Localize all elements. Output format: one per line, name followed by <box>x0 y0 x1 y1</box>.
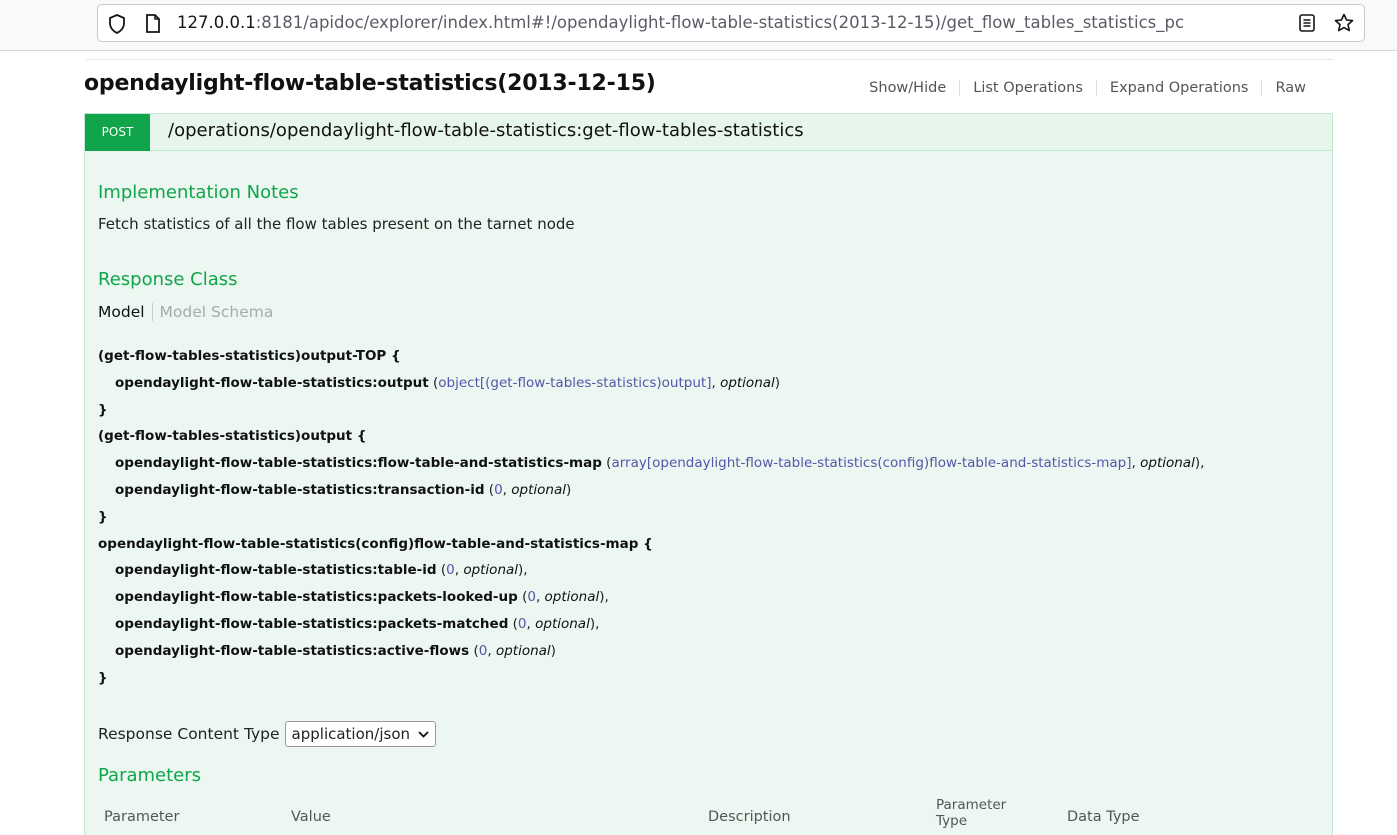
model-property-name: opendaylight-flow-table-statistics(confi… <box>98 535 653 552</box>
param-col-data-type: Data Type <box>1067 809 1140 825</box>
model-line: opendaylight-flow-table-statistics:flow-… <box>115 455 1205 472</box>
model-line-tail: ) <box>565 481 572 498</box>
model-property-name: opendaylight-flow-table-statistics:flow-… <box>115 455 602 472</box>
param-col-description: Description <box>708 809 791 825</box>
model-line-tail: ), <box>518 562 528 579</box>
model-property-name: (get-flow-tables-statistics)output-TOP { <box>98 348 401 364</box>
model-line-tail: ), <box>589 615 600 632</box>
model-property-optional: optional <box>463 562 519 579</box>
model-tabs: Model Model Schema <box>98 303 273 321</box>
model-line: opendaylight-flow-table-statistics:trans… <box>115 481 572 498</box>
operation-content: Implementation Notes Fetch statistics of… <box>84 151 1333 835</box>
param-col-value: Value <box>291 809 331 825</box>
resource-title[interactable]: opendaylight-flow-table-statistics(2013-… <box>84 71 656 96</box>
model-property-name: } <box>98 401 108 418</box>
top-divider <box>86 59 1333 60</box>
url-text[interactable]: 127.0.0.1:8181/apidoc/explorer/index.htm… <box>177 13 1287 32</box>
model-property-name: opendaylight-flow-table-statistics:packe… <box>115 615 509 632</box>
model-schema-tab[interactable]: Model Schema <box>153 303 274 321</box>
parameters-heading: Parameters <box>98 765 202 786</box>
model-property-name: opendaylight-flow-table-statistics:trans… <box>115 481 485 498</box>
param-col-parameter: Parameter <box>104 809 180 825</box>
model-property-type[interactable]: 0 <box>446 562 455 578</box>
response-content-type-label: Response Content Type <box>98 725 280 743</box>
list-operations-link[interactable]: List Operations <box>959 80 1096 96</box>
url-path: :8181/apidoc/explorer/index.html#!/opend… <box>255 13 1185 32</box>
raw-link[interactable]: Raw <box>1261 80 1319 96</box>
model-property-optional: optional <box>544 589 600 606</box>
model-tab[interactable]: Model <box>98 303 153 321</box>
model-property-optional: optional <box>720 374 775 391</box>
resource-links: Show/Hide List Operations Expand Operati… <box>856 80 1319 96</box>
model-property-optional: optional <box>495 642 551 659</box>
expand-operations-link[interactable]: Expand Operations <box>1095 80 1262 96</box>
reader-view-icon[interactable] <box>1299 14 1315 32</box>
implementation-notes-heading: Implementation Notes <box>98 182 299 203</box>
model-line-tail: ) <box>774 374 781 391</box>
model-line: (get-flow-tables-statistics)output-TOP { <box>98 343 1323 370</box>
model-line: opendaylight-flow-table-statistics:activ… <box>115 642 556 659</box>
model-line: } <box>98 665 1323 692</box>
bookmark-star-icon[interactable] <box>1334 13 1354 33</box>
model-property-type[interactable]: 0 <box>518 616 527 632</box>
model-property-name: opendaylight-flow-table-statistics:activ… <box>115 642 470 659</box>
param-col-parameter-type: Parameter Type <box>936 797 1007 829</box>
model-line-tail: ), <box>599 589 609 606</box>
model-property-type[interactable]: 0 <box>527 589 536 605</box>
response-content-type: Response Content Type application/json <box>98 721 437 747</box>
model-property-optional: optional <box>511 481 566 498</box>
url-host: 127.0.0.1 <box>177 13 256 32</box>
model-line: opendaylight-flow-table-statistics:packe… <box>115 615 600 632</box>
model-property-name: } <box>98 669 108 686</box>
model-line: } <box>98 397 1323 424</box>
model-property-name: opendaylight-flow-table-statistics:outpu… <box>115 374 429 391</box>
show-hide-link[interactable]: Show/Hide <box>856 80 959 96</box>
model-line: } <box>98 504 1323 531</box>
model-property-type[interactable]: object[(get-flow-tables-statistics)outpu… <box>438 375 711 391</box>
model-line: opendaylight-flow-table-statistics:packe… <box>115 589 609 606</box>
http-method-badge[interactable]: POST <box>85 114 150 151</box>
url-bar[interactable]: 127.0.0.1:8181/apidoc/explorer/index.htm… <box>97 4 1365 42</box>
page-icon[interactable] <box>145 14 161 33</box>
model-line-tail: ) <box>550 642 556 659</box>
model-property-name: (get-flow-tables-statistics)output { <box>98 428 367 445</box>
model-property-name: } <box>98 508 108 525</box>
model-property-name: opendaylight-flow-table-statistics:table… <box>115 562 437 579</box>
model-property-type[interactable]: 0 <box>494 482 503 498</box>
model-line: (get-flow-tables-statistics)output { <box>98 423 1323 450</box>
model-line: opendaylight-flow-table-statistics(confi… <box>98 531 1323 558</box>
shield-icon[interactable] <box>108 14 126 34</box>
response-content-type-select[interactable]: application/json <box>284 721 437 747</box>
model-line: opendaylight-flow-table-statistics:table… <box>115 562 528 579</box>
chevron-down-icon <box>418 730 429 738</box>
model-property-optional: optional <box>535 615 590 632</box>
model-line: opendaylight-flow-table-statistics:outpu… <box>115 374 781 391</box>
browser-toolbar: 127.0.0.1:8181/apidoc/explorer/index.htm… <box>0 0 1397 51</box>
model-property-type[interactable]: 0 <box>479 643 488 659</box>
model-signature: (get-flow-tables-statistics)output-TOP {… <box>98 343 1323 691</box>
operation-path[interactable]: /operations/opendaylight-flow-table-stat… <box>168 120 804 141</box>
selected-content-type: application/json <box>291 725 411 743</box>
model-property-name: opendaylight-flow-table-statistics:packe… <box>115 589 518 606</box>
model-property-type[interactable]: array[opendaylight-flow-table-statistics… <box>611 455 1131 471</box>
operation-header[interactable]: POST /operations/opendaylight-flow-table… <box>84 113 1333 151</box>
model-line-tail: ), <box>1194 455 1205 472</box>
implementation-notes-text: Fetch statistics of all the flow tables … <box>98 215 575 233</box>
response-class-heading: Response Class <box>98 269 238 290</box>
model-property-optional: optional <box>1140 455 1195 472</box>
